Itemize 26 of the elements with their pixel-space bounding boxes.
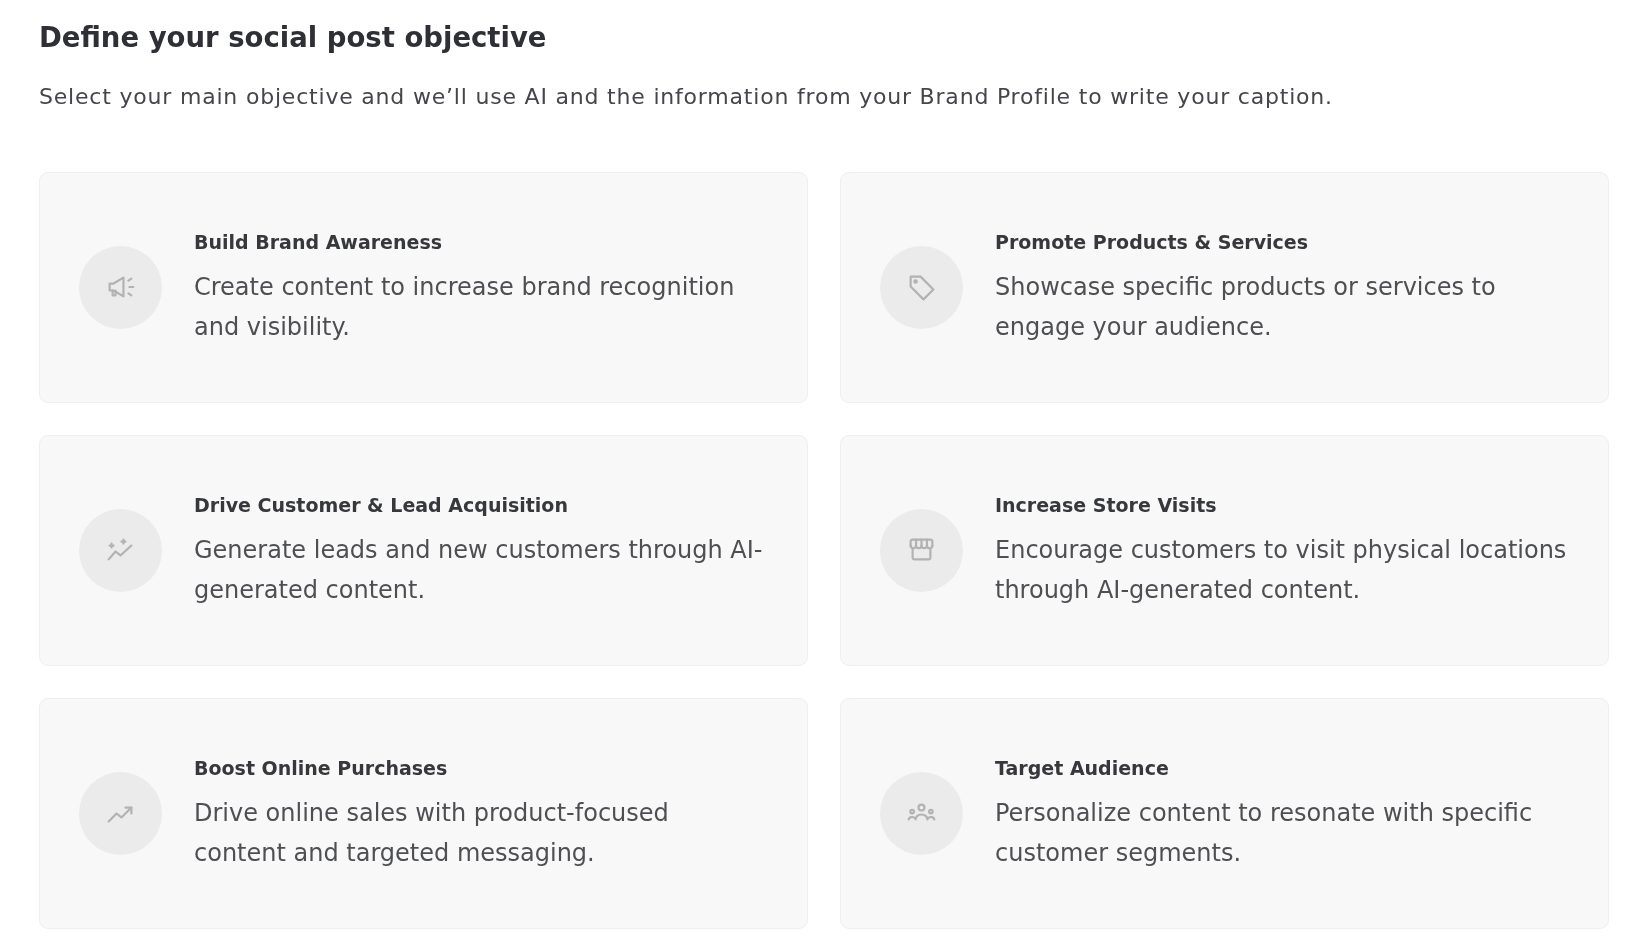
tag-icon: [880, 246, 963, 329]
storefront-icon: [880, 509, 963, 592]
card-title: Drive Customer & Lead Acquisition: [194, 492, 569, 518]
card-description: Generate leads and new customers through AI-generated content.: [194, 534, 764, 606]
card-description: Create content to increase brand recognition and visibility.: [194, 271, 736, 343]
trend-up-icon: [79, 772, 162, 855]
people-group-icon: [880, 772, 963, 855]
objective-card[interactable]: Drive Customer & Lead Acquisition Generate leads and new customers through AI-generated content.: [39, 435, 808, 666]
objective-card[interactable]: Increase Store Visits Encourage customers to visit physical locations through AI-generated content.: [840, 435, 1609, 666]
megaphone-icon: [79, 246, 162, 329]
card-description: Drive online sales with product-focused content and targeted messaging.: [194, 797, 670, 869]
objective-card[interactable]: Promote Products & Services Showcase specific products or services to engage your audience.: [840, 172, 1609, 403]
card-description: Showcase specific products or services to engage your audience.: [995, 271, 1497, 343]
card-title: Promote Products & Services: [995, 229, 1309, 255]
card-title: Boost Online Purchases: [194, 755, 449, 781]
card-description: Encourage customers to visit physical locations through AI-generated content.: [995, 534, 1568, 606]
objective-card[interactable]: Boost Online Purchases Drive online sales with product-focused content and targeted messaging.: [39, 698, 808, 929]
page-subtitle: Select your main objective and we’ll use AI and the information from your Brand Profile to write your caption.: [39, 83, 1334, 111]
card-title: Increase Store Visits: [995, 492, 1218, 518]
card-title: Build Brand Awareness: [194, 229, 444, 255]
card-description: Personalize content to resonate with specific customer segments.: [995, 797, 1534, 869]
objective-card[interactable]: Target Audience Personalize content to resonate with specific customer segments.: [840, 698, 1609, 929]
sparkle-chart-icon: [79, 509, 162, 592]
page-title: Define your social post objective: [39, 20, 548, 55]
card-title: Target Audience: [995, 755, 1170, 781]
objective-card[interactable]: Build Brand Awareness Create content to increase brand recognition and visibility.: [39, 172, 808, 403]
